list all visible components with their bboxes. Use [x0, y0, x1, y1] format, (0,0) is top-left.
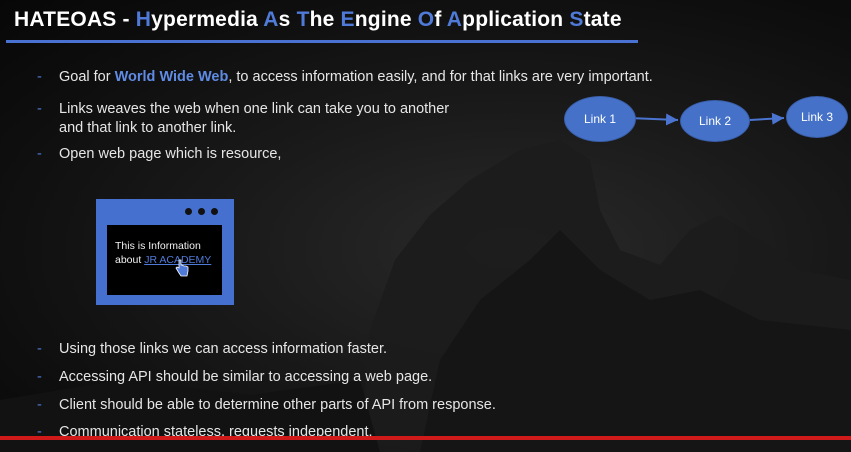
- bullet-links-weave: - Links weaves the web when one link can…: [37, 100, 450, 138]
- browser-content-text: This is Information about JR ACADEMY: [115, 239, 211, 267]
- title-text: s: [278, 8, 297, 31]
- diagram-node-label: Link 1: [583, 112, 617, 126]
- bullet-links-weave-line2: and that link to another link.: [59, 120, 237, 136]
- title-text: f: [434, 8, 447, 31]
- bullet-access-faster-text: Using those links we can access informat…: [59, 341, 388, 357]
- bullet-goal-strong: World Wide Web: [114, 69, 229, 85]
- title-text: tate: [583, 8, 622, 31]
- bullet-links-weave-line1: Links weaves the web when one link can t…: [59, 101, 450, 117]
- window-dot-icon: [211, 208, 218, 215]
- bullet-api-similar: - Accessing API should be similar to acc…: [37, 368, 433, 387]
- diagram-node-link2: Link 2: [680, 100, 750, 142]
- title-text: ypermedia: [151, 8, 264, 31]
- bullet-marker: -: [37, 397, 42, 413]
- title-highlight-letter: A: [263, 8, 279, 31]
- bullet-marker: -: [37, 146, 42, 162]
- title-highlight-letter: O: [417, 8, 435, 31]
- bottom-red-rule: [0, 436, 851, 440]
- bullet-goal: - Goal for World Wide Web, to access inf…: [37, 68, 653, 87]
- bullet-client-determine-text: Client should be able to determine other…: [59, 397, 496, 413]
- title-highlight-letter: T: [296, 8, 310, 31]
- bullet-marker: -: [37, 101, 42, 117]
- diagram-node-link1: Link 1: [564, 96, 636, 142]
- arrow-2-3: [749, 112, 785, 125]
- diagram-node-link3: Link 3: [786, 96, 848, 138]
- browser-line2-pre: about: [115, 254, 145, 266]
- bullet-access-faster: - Using those links we can access inform…: [37, 340, 388, 359]
- title-highlight-letter: A: [446, 8, 463, 31]
- title-text: HATEOAS -: [14, 8, 136, 31]
- slide-title: HATEOAS - Hypermedia As The Engine Of Ap…: [14, 8, 622, 32]
- bullet-marker: -: [37, 69, 42, 85]
- window-dot-icon: [198, 208, 205, 215]
- title-highlight-letter: H: [135, 8, 152, 31]
- browser-window-illustration: This is Information about JR ACADEMY: [96, 199, 234, 305]
- title-highlight-letter: E: [340, 8, 355, 31]
- bullet-api-similar-text: Accessing API should be similar to acces…: [59, 369, 433, 385]
- title-text: he: [309, 8, 341, 31]
- title-highlight-letter: S: [569, 8, 584, 31]
- bullet-marker: -: [37, 341, 42, 357]
- bullet-goal-post: , to access information easily, and for …: [228, 69, 653, 85]
- browser-screen: This is Information about JR ACADEMY: [107, 225, 222, 295]
- pointer-hand-icon: [175, 259, 189, 277]
- title-underline: [6, 40, 638, 43]
- bullet-client-determine: - Client should be able to determine oth…: [37, 396, 496, 415]
- bullet-goal-pre: Goal for: [59, 69, 115, 85]
- title-text: pplication: [462, 8, 570, 31]
- diagram-node-label: Link 3: [800, 110, 834, 124]
- diagram-node-label: Link 2: [698, 114, 732, 128]
- browser-line1: This is Information: [115, 240, 201, 252]
- arrow-1-2: [629, 113, 679, 126]
- title-text: ngine: [354, 8, 418, 31]
- bullet-marker: -: [37, 369, 42, 385]
- window-dot-icon: [185, 208, 192, 215]
- bullet-open-web-page: - Open web page which is resource,: [37, 145, 282, 164]
- bullet-open-web-page-text: Open web page which is resource,: [59, 146, 282, 162]
- link-flow-diagram: Link 1 Link 2 Link 3: [560, 94, 850, 149]
